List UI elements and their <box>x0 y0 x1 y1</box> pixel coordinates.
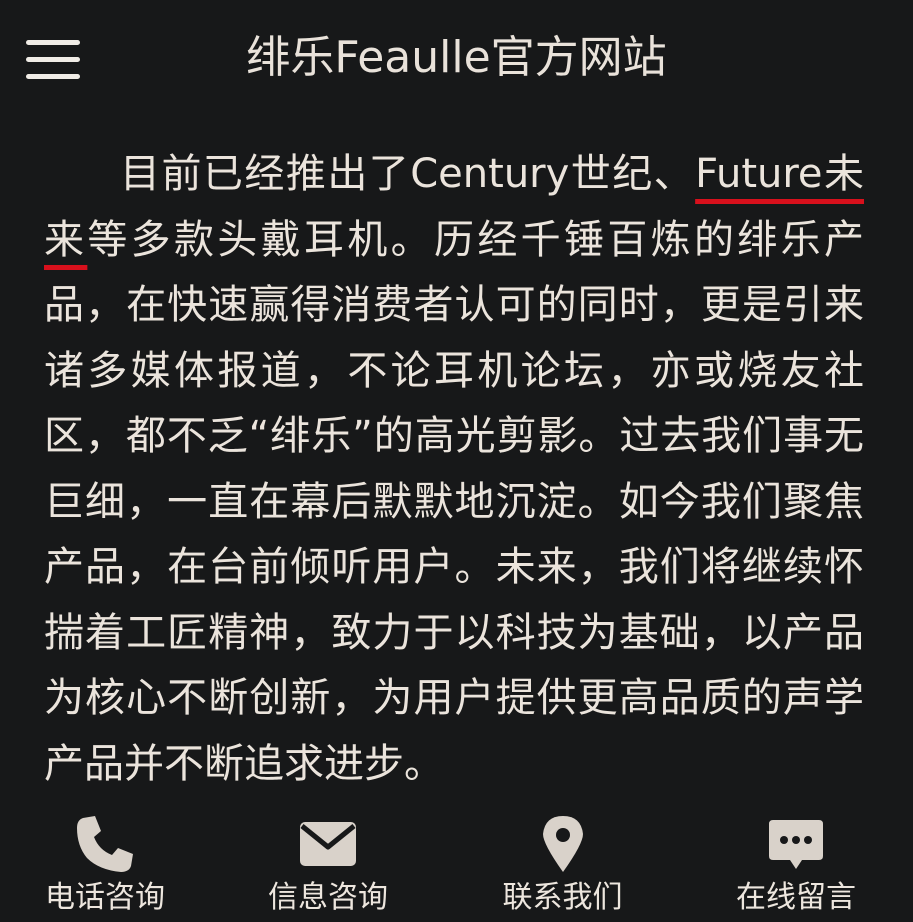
nav-item-contact-us[interactable]: 联系我们 <box>446 808 679 922</box>
envelope-icon <box>298 814 358 874</box>
phone-icon <box>75 814 135 874</box>
nav-label: 联系我们 <box>502 880 623 915</box>
article-paragraph: 目前已经推出了Century世纪、Future未来等多款头戴耳机。历经千锤百炼的… <box>44 142 864 797</box>
bottom-navigation: 电话咨询 信息咨询 联系我们 在线留言 <box>0 808 913 922</box>
nav-label: 电话咨询 <box>45 880 165 915</box>
nav-item-message-consult[interactable]: 信息咨询 <box>210 808 446 922</box>
article-body: 目前已经推出了Century世纪、Future未来等多款头戴耳机。历经千锤百炼的… <box>44 142 864 797</box>
map-pin-icon <box>533 814 593 874</box>
nav-label: 信息咨询 <box>268 880 388 915</box>
nav-label: 在线留言 <box>736 880 856 915</box>
site-title: 绯乐Feaulle官方网站 <box>246 32 667 83</box>
article-text-main: 等多款头戴耳机。历经千锤百炼的绯乐产品，在快速赢得消费者认可的同时，更是引来诸多… <box>44 216 865 787</box>
chat-bubble-icon <box>766 814 826 874</box>
site-header: 绯乐Feaulle官方网站 <box>0 0 913 120</box>
article-text-intro: 目前已经推出了Century世纪、 <box>120 151 696 197</box>
nav-item-online-message[interactable]: 在线留言 <box>679 808 913 922</box>
nav-item-phone-consult[interactable]: 电话咨询 <box>0 808 210 922</box>
